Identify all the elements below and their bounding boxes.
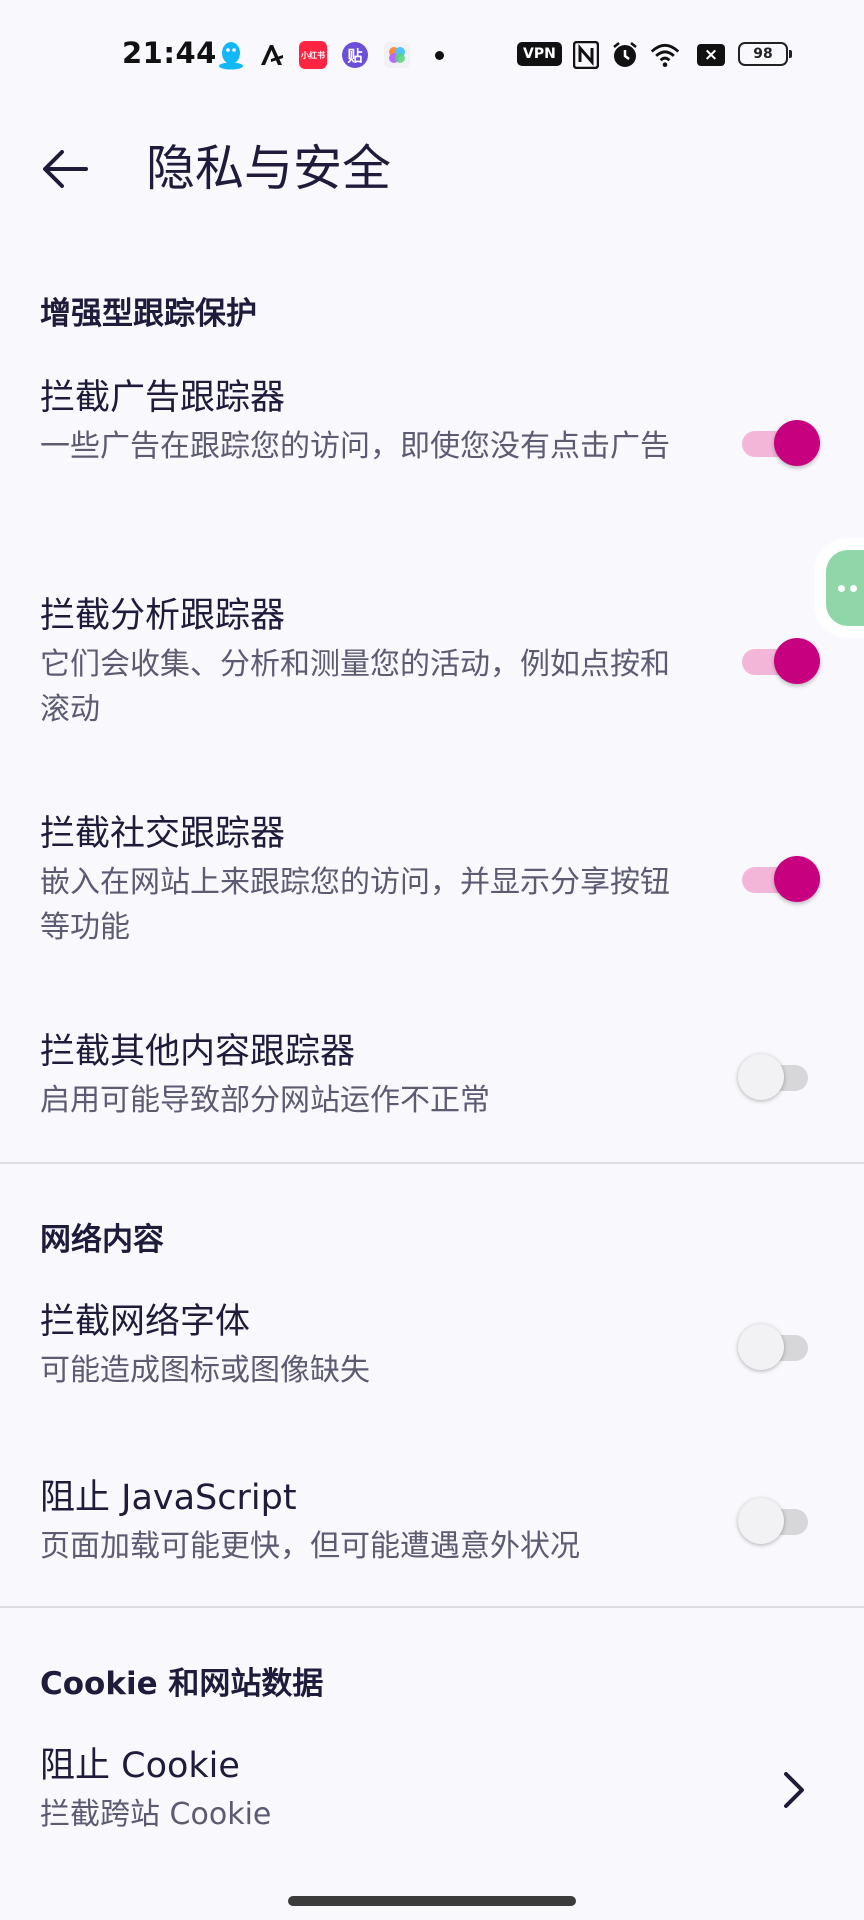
setting-title: 阻止 Cookie [40, 1746, 240, 1786]
status-time: 21:44 [122, 36, 217, 70]
tieba-icon: 贴 [340, 40, 370, 70]
setting-title: 拦截分析跟踪器 [40, 596, 286, 636]
setting-subtitle: 可能造成图标或图像缺失 [40, 1353, 370, 1388]
setting-title: 拦截社交跟踪器 [40, 814, 286, 854]
setting-title: 拦截网络字体 [40, 1302, 251, 1342]
floating-assistant-handle[interactable] [826, 550, 864, 626]
toggle-ad-trackers[interactable] [738, 418, 820, 468]
section-header-cookies: Cookie 和网站数据 [40, 1666, 324, 1702]
setting-block-javascript[interactable]: 阻止 JavaScript 页面加载可能更快，但可能遭遇意外状况 [0, 1476, 864, 1596]
setting-block-other-content-trackers[interactable]: 拦截其他内容跟踪器 启用可能导致部分网站运作不正常 [0, 1030, 864, 1150]
setting-subtitle: 它们会收集、分析和测量您的活动，例如点按和滚动 [40, 647, 670, 727]
toggle-other-content-trackers[interactable] [738, 1052, 816, 1102]
setting-subtitle: 拦截跨站 Cookie [40, 1797, 272, 1832]
qq-icon [216, 40, 246, 70]
nfc-icon [571, 40, 601, 70]
setting-title: 阻止 JavaScript [40, 1478, 297, 1518]
setting-subtitle: 一些广告在跟踪您的访问，即使您没有点击广告 [40, 429, 670, 464]
section-divider [0, 1162, 864, 1164]
setting-subtitle: 嵌入在网站上来跟踪您的访问，并显示分享按钮等功能 [40, 865, 670, 945]
notification-dot-icon [424, 40, 454, 70]
home-indicator[interactable] [288, 1896, 576, 1906]
vpn-badge: VPN [517, 42, 562, 66]
arrow-left-icon [43, 150, 88, 188]
section-header-web-content: 网络内容 [40, 1222, 164, 1258]
tieba-label: 贴 [342, 42, 368, 68]
setting-subtitle: 页面加载可能更快，但可能遭遇意外状况 [40, 1529, 580, 1564]
setting-title: 拦截其他内容跟踪器 [40, 1032, 356, 1072]
battery-level: 98 [753, 46, 773, 62]
back-button[interactable] [30, 134, 100, 204]
toggle-javascript[interactable] [738, 1496, 816, 1546]
toggle-analytics-trackers[interactable] [738, 636, 820, 686]
xiaohongshu-icon: 小红书 [298, 40, 328, 70]
section-divider [0, 1606, 864, 1608]
status-bar: 21:44 小红书 贴 VPN × 98 [0, 0, 864, 110]
setting-block-web-fonts[interactable]: 拦截网络字体 可能造成图标或图像缺失 [0, 1300, 864, 1420]
setting-block-ad-trackers[interactable]: 拦截广告跟踪器 一些广告在跟踪您的访问，即使您没有点击广告 [0, 376, 864, 536]
chevron-right-icon [784, 1772, 804, 1808]
xiaohongshu-label: 小红书 [299, 41, 327, 69]
app-bar: 隐私与安全 [0, 110, 864, 220]
setting-subtitle: 启用可能导致部分网站运作不正常 [40, 1083, 490, 1118]
app-a-icon [256, 40, 286, 70]
flower-app-icon [382, 40, 412, 70]
setting-block-cookies[interactable]: 阻止 Cookie 拦截跨站 Cookie [0, 1744, 864, 1864]
wifi-icon [650, 40, 680, 70]
setting-title: 拦截广告跟踪器 [40, 378, 286, 418]
section-header-tracking: 增强型跟踪保护 [40, 296, 257, 332]
setting-block-social-trackers[interactable]: 拦截社交跟踪器 嵌入在网站上来跟踪您的访问，并显示分享按钮等功能 [0, 812, 864, 972]
toggle-web-fonts[interactable] [738, 1322, 816, 1372]
setting-block-analytics-trackers[interactable]: 拦截分析跟踪器 它们会收集、分析和测量您的活动，例如点按和滚动 [0, 594, 864, 754]
battery-icon: 98 [738, 42, 792, 66]
page-title: 隐私与安全 [146, 140, 392, 197]
toggle-social-trackers[interactable] [738, 854, 820, 904]
data-off-icon: × [696, 40, 726, 70]
alarm-icon [610, 40, 640, 70]
